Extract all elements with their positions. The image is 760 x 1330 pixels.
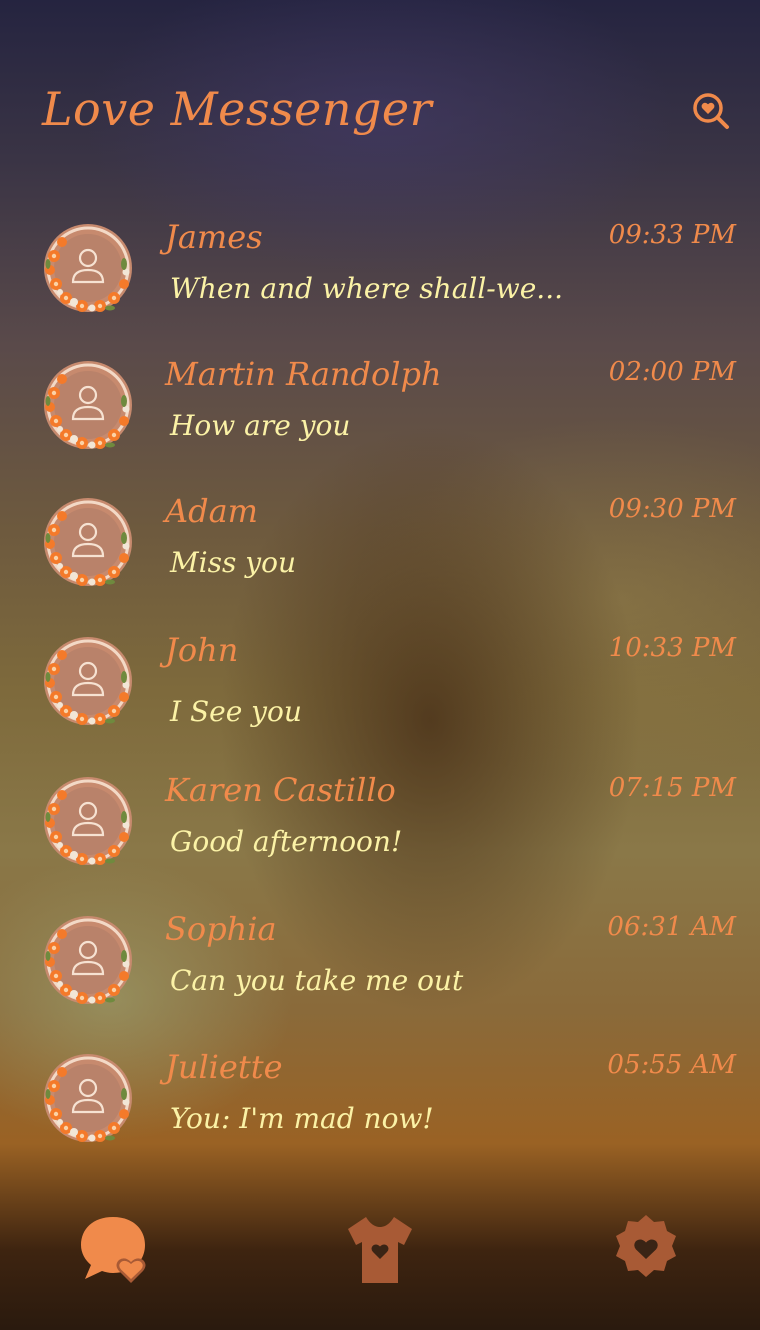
settings-heart-icon <box>616 1215 676 1277</box>
avatar <box>42 1052 134 1144</box>
message-time: 09:33 PM <box>608 220 736 250</box>
conversation-item-sophia[interactable]: Sophia 06:31 AM Can you take me out <box>0 892 760 1022</box>
message-time: 05:55 AM <box>607 1050 736 1080</box>
message-preview: Can you take me out <box>170 964 464 997</box>
search-heart-icon <box>693 93 729 129</box>
contact-name: Adam <box>165 492 259 530</box>
message-preview: I See you <box>170 695 302 728</box>
app-header: Love Messenger <box>0 0 760 170</box>
app-title: Love Messenger <box>42 82 433 136</box>
avatar <box>42 496 134 588</box>
contact-name: James <box>165 218 263 256</box>
avatar <box>42 222 134 314</box>
contact-name: John <box>165 631 239 669</box>
contact-name: Martin Randolph <box>165 355 442 393</box>
conversation-item-karen-castillo[interactable]: Karen Castillo 07:15 PM Good afternoon! <box>0 753 760 883</box>
avatar <box>42 359 134 451</box>
message-preview: You: I'm mad now! <box>170 1102 434 1135</box>
shirt-heart-icon <box>348 1217 412 1283</box>
avatar <box>42 775 134 867</box>
message-time: 10:33 PM <box>608 633 736 663</box>
chat-heart-icon <box>81 1217 146 1283</box>
contact-name: Sophia <box>165 910 277 948</box>
search-button[interactable] <box>690 90 732 132</box>
conversation-item-james[interactable]: James 09:33 PM When and where shall-we..… <box>0 200 760 330</box>
contact-name: Karen Castillo <box>165 771 396 809</box>
message-time: 09:30 PM <box>608 494 736 524</box>
tab-chats[interactable] <box>75 1209 155 1289</box>
tab-settings[interactable] <box>606 1209 686 1289</box>
message-preview: How are you <box>170 409 351 442</box>
message-time: 06:31 AM <box>607 912 736 942</box>
tab-themes[interactable] <box>340 1209 420 1289</box>
avatar <box>42 914 134 1006</box>
conversation-item-juliette[interactable]: Juliette 05:55 AM You: I'm mad now! <box>0 1030 760 1160</box>
contact-name: Juliette <box>165 1048 283 1086</box>
message-time: 02:00 PM <box>608 357 736 387</box>
message-preview: When and where shall-we... <box>170 272 563 305</box>
message-preview: Miss you <box>170 546 296 579</box>
message-preview: Good afternoon! <box>170 825 403 858</box>
conversation-item-adam[interactable]: Adam 09:30 PM Miss you <box>0 474 760 604</box>
message-time: 07:15 PM <box>608 773 736 803</box>
conversation-item-john[interactable]: John 10:33 PM I See you <box>0 613 760 743</box>
conversation-item-martin-randolph[interactable]: Martin Randolph 02:00 PM How are you <box>0 337 760 467</box>
avatar <box>42 635 134 727</box>
bottom-tab-bar <box>0 1195 760 1330</box>
